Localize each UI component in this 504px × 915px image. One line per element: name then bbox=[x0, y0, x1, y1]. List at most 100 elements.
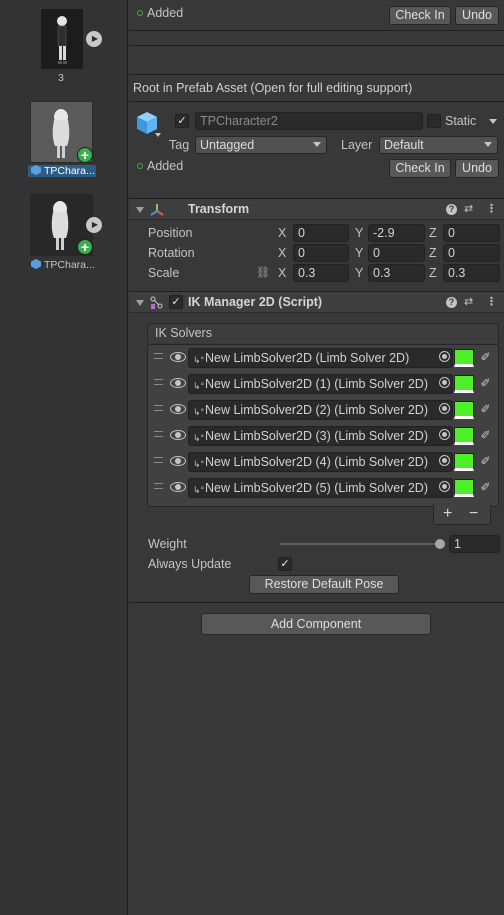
eyedropper-icon[interactable]: ✐ bbox=[478, 375, 493, 391]
solver-row[interactable]: ↳° New LimbSolver2D (3) (Limb Solver 2D) … bbox=[148, 424, 498, 450]
rotation-z-field[interactable]: 0 bbox=[443, 244, 500, 262]
object-name-field[interactable]: TPCharacter2 bbox=[195, 112, 423, 130]
remove-solver-button[interactable]: − bbox=[469, 505, 478, 523]
presets-icon[interactable]: ⇄ bbox=[464, 295, 473, 308]
drag-handle-icon[interactable] bbox=[154, 431, 163, 437]
rotation-y-field[interactable]: 0 bbox=[368, 244, 425, 262]
restore-default-pose-button[interactable]: Restore Default Pose bbox=[249, 575, 399, 594]
solver-color-swatch[interactable] bbox=[454, 427, 474, 445]
solver-object-field[interactable]: ↳° New LimbSolver2D (4) (Limb Solver 2D) bbox=[188, 452, 453, 472]
axis-z-label[interactable]: Z bbox=[429, 266, 437, 280]
object-picker-icon[interactable] bbox=[439, 429, 450, 440]
asset-thumbnail-1[interactable] bbox=[41, 9, 83, 69]
check-in-button-2[interactable]: Check In bbox=[389, 159, 451, 178]
eyedropper-icon[interactable]: ✐ bbox=[478, 401, 493, 417]
eye-visibility-icon[interactable] bbox=[170, 378, 186, 388]
foldout-arrow-icon[interactable] bbox=[136, 300, 144, 306]
add-solver-button[interactable]: + bbox=[443, 505, 452, 523]
rotation-x-field[interactable]: 0 bbox=[293, 244, 349, 262]
solver-color-swatch[interactable] bbox=[454, 479, 474, 497]
axis-y-label[interactable]: Y bbox=[355, 246, 363, 260]
more-options-icon[interactable]: ⋮ bbox=[486, 202, 497, 215]
eye-visibility-icon[interactable] bbox=[170, 352, 186, 362]
solver-object-field[interactable]: ↳° New LimbSolver2D (1) (Limb Solver 2D) bbox=[188, 374, 453, 394]
undo-button[interactable]: Undo bbox=[455, 6, 499, 25]
help-icon[interactable]: ? bbox=[446, 204, 457, 215]
active-checkbox[interactable]: ✓ bbox=[175, 114, 189, 128]
check-in-button[interactable]: Check In bbox=[389, 6, 451, 25]
axis-y-label[interactable]: Y bbox=[355, 226, 363, 240]
axis-x-label[interactable]: X bbox=[278, 246, 286, 260]
solver-row[interactable]: ↳° New LimbSolver2D (1) (Limb Solver 2D) … bbox=[148, 372, 498, 398]
solver-row[interactable]: ↳° New LimbSolver2D (Limb Solver 2D) ✐ bbox=[148, 346, 498, 372]
solver-object-field[interactable]: ↳° New LimbSolver2D (2) (Limb Solver 2D) bbox=[188, 400, 453, 420]
asset-label-3[interactable]: TPChara... bbox=[31, 259, 99, 271]
solver-object-field[interactable]: ↳° New LimbSolver2D (5) (Limb Solver 2D) bbox=[188, 478, 453, 498]
eyedropper-icon[interactable]: ✐ bbox=[478, 427, 493, 443]
scale-y-field[interactable]: 0.3 bbox=[368, 264, 425, 282]
add-component-button[interactable]: Add Component bbox=[201, 613, 431, 635]
icon-dropdown-arrow[interactable] bbox=[155, 133, 161, 137]
undo-button-2[interactable]: Undo bbox=[455, 159, 499, 178]
solver-color-swatch[interactable] bbox=[454, 401, 474, 419]
solver-color-swatch[interactable] bbox=[454, 349, 474, 367]
add-overlay-icon: + bbox=[77, 239, 93, 255]
transform-header[interactable]: Transform ? ⇄ ⋮ bbox=[129, 198, 504, 220]
static-checkbox[interactable] bbox=[427, 114, 441, 128]
solver-row[interactable]: ↳° New LimbSolver2D (2) (Limb Solver 2D) … bbox=[148, 398, 498, 424]
axis-x-label[interactable]: X bbox=[278, 266, 286, 280]
foldout-arrow-icon[interactable] bbox=[136, 207, 144, 213]
bone-icon: ↳° bbox=[193, 355, 205, 365]
static-dropdown-arrow[interactable] bbox=[489, 119, 497, 124]
axis-z-label[interactable]: Z bbox=[429, 226, 437, 240]
object-picker-icon[interactable] bbox=[439, 455, 450, 466]
eye-visibility-icon[interactable] bbox=[170, 482, 186, 492]
position-y-field[interactable]: -2.9 bbox=[368, 224, 425, 242]
drag-handle-icon[interactable] bbox=[154, 483, 163, 489]
drag-handle-icon[interactable] bbox=[154, 379, 163, 385]
always-update-checkbox[interactable]: ✓ bbox=[278, 557, 292, 571]
tag-dropdown[interactable]: Untagged bbox=[195, 136, 327, 154]
help-icon[interactable]: ? bbox=[446, 297, 457, 308]
weight-slider-track[interactable] bbox=[280, 543, 440, 545]
scale-x-field[interactable]: 0.3 bbox=[293, 264, 349, 282]
solver-row[interactable]: ↳° New LimbSolver2D (4) (Limb Solver 2D) … bbox=[148, 450, 498, 476]
eyedropper-icon[interactable]: ✐ bbox=[478, 479, 493, 495]
solver-object-field[interactable]: ↳° New LimbSolver2D (Limb Solver 2D) bbox=[188, 348, 453, 368]
eyedropper-icon[interactable]: ✐ bbox=[478, 453, 493, 469]
play-icon[interactable]: ▶ bbox=[86, 217, 102, 233]
object-picker-icon[interactable] bbox=[439, 403, 450, 414]
axis-y-label[interactable]: Y bbox=[355, 266, 363, 280]
eyedropper-icon[interactable]: ✐ bbox=[478, 349, 493, 365]
axis-z-label[interactable]: Z bbox=[429, 246, 437, 260]
eye-visibility-icon[interactable] bbox=[170, 456, 186, 466]
solver-object-field[interactable]: ↳° New LimbSolver2D (3) (Limb Solver 2D) bbox=[188, 426, 453, 446]
object-picker-icon[interactable] bbox=[439, 481, 450, 492]
link-constrain-icon[interactable]: ⛓ bbox=[256, 266, 270, 279]
position-z-field[interactable]: 0 bbox=[443, 224, 500, 242]
drag-handle-icon[interactable] bbox=[154, 353, 163, 359]
axis-x-label[interactable]: X bbox=[278, 226, 286, 240]
scale-z-field[interactable]: 0.3 bbox=[443, 264, 500, 282]
eye-visibility-icon[interactable] bbox=[170, 430, 186, 440]
position-x-field[interactable]: 0 bbox=[293, 224, 349, 242]
prefab-icon bbox=[31, 165, 41, 175]
weight-field[interactable]: 1 bbox=[449, 535, 500, 553]
solver-color-swatch[interactable] bbox=[454, 375, 474, 393]
weight-slider-thumb[interactable] bbox=[435, 539, 445, 549]
drag-handle-icon[interactable] bbox=[154, 405, 163, 411]
added-dot-icon bbox=[137, 10, 143, 16]
drag-handle-icon[interactable] bbox=[154, 457, 163, 463]
ik-manager-header[interactable]: ✓ IK Manager 2D (Script) ? ⇄ ⋮ bbox=[129, 291, 504, 313]
solver-row[interactable]: ↳° New LimbSolver2D (5) (Limb Solver 2D) … bbox=[148, 476, 498, 502]
eye-visibility-icon[interactable] bbox=[170, 404, 186, 414]
play-icon[interactable]: ▶ bbox=[86, 31, 102, 47]
object-picker-icon[interactable] bbox=[439, 351, 450, 362]
ik-manager-enabled-checkbox[interactable]: ✓ bbox=[169, 295, 183, 309]
more-options-icon[interactable]: ⋮ bbox=[486, 295, 497, 308]
asset-label-2[interactable]: TPChara... bbox=[28, 165, 96, 177]
presets-icon[interactable]: ⇄ bbox=[464, 202, 473, 215]
solver-color-swatch[interactable] bbox=[454, 453, 474, 471]
object-picker-icon[interactable] bbox=[439, 377, 450, 388]
layer-dropdown[interactable]: Default bbox=[379, 136, 498, 154]
